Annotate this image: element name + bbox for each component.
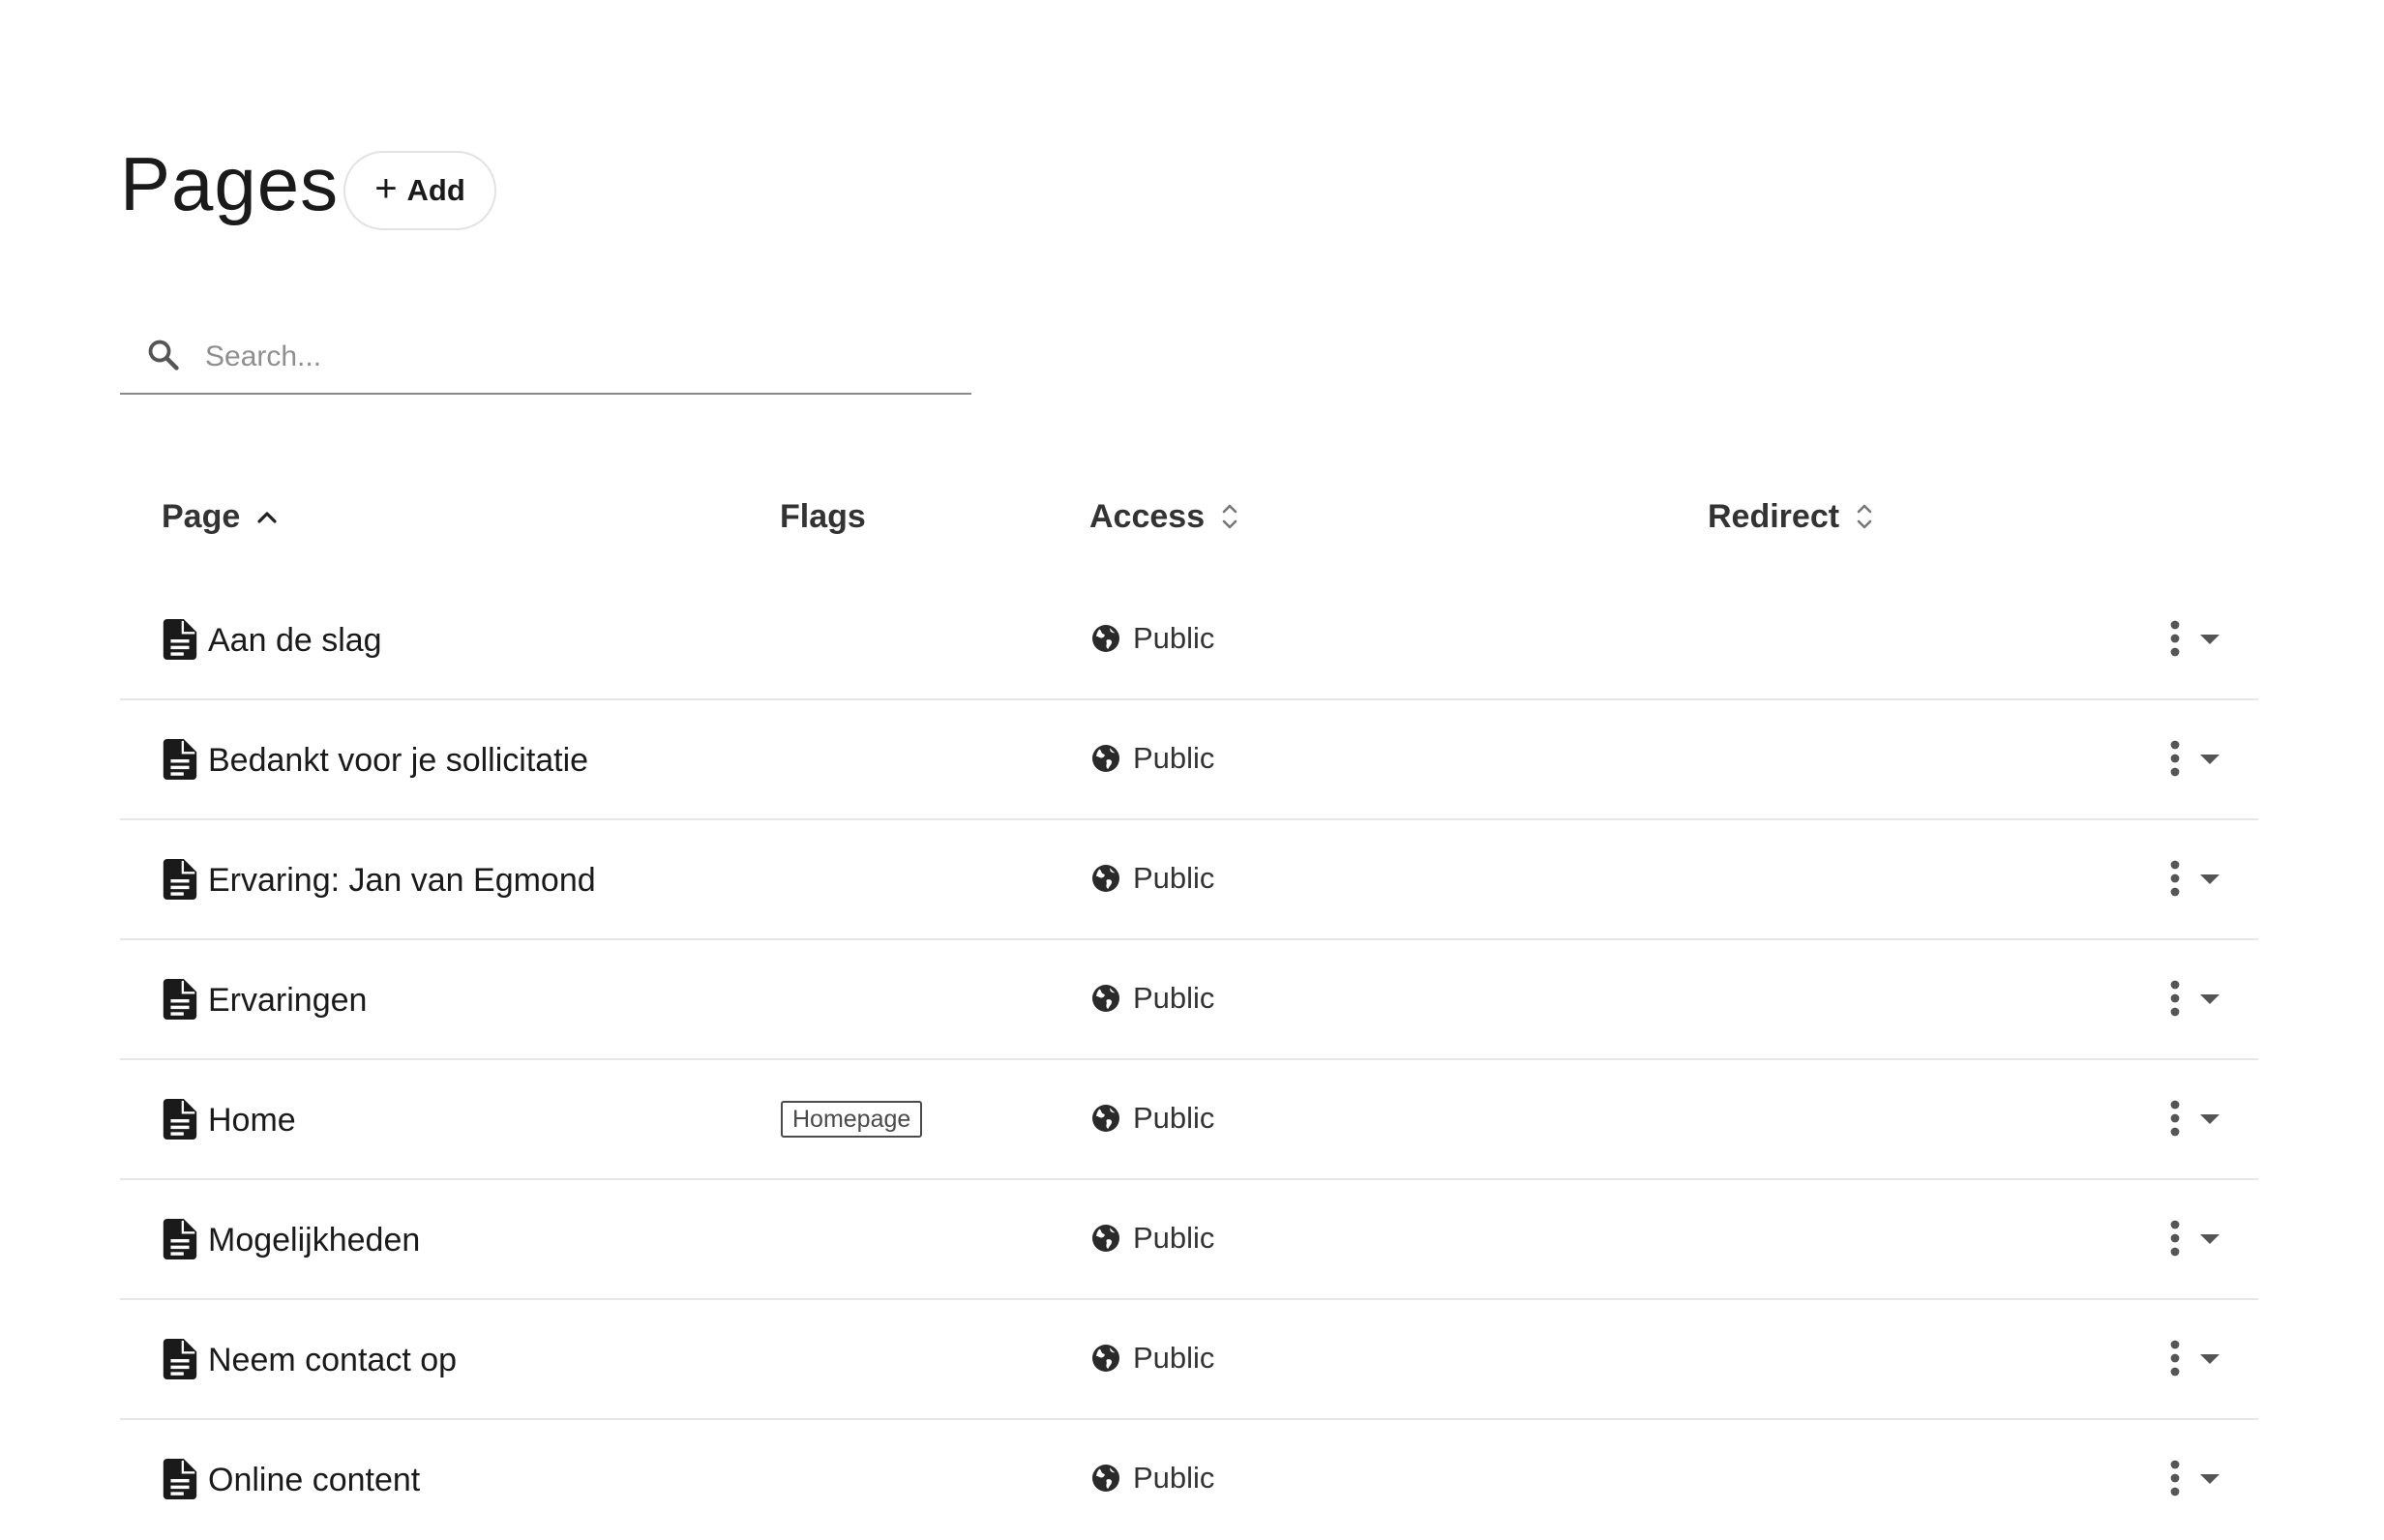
- table-row[interactable]: Bedankt voor je sollicitatie Public: [120, 700, 2258, 820]
- globe-icon: [1092, 625, 1119, 652]
- globe-icon: [1092, 985, 1119, 1012]
- more-vertical-icon[interactable]: [2161, 1337, 2189, 1379]
- page-name[interactable]: Aan de slag: [208, 619, 382, 662]
- access-label: Public: [1133, 1461, 1215, 1495]
- table-row[interactable]: Aan de slag Public: [120, 580, 2258, 700]
- column-header-redirect-label: Redirect: [1708, 497, 1840, 535]
- column-header-page-label: Page: [162, 497, 241, 535]
- globe-icon: [1092, 865, 1119, 892]
- column-header-access-label: Access: [1089, 497, 1206, 535]
- column-header-redirect[interactable]: Redirect: [1708, 488, 1874, 546]
- globe-icon: [1092, 1345, 1119, 1372]
- sort-icon: [1857, 504, 1872, 529]
- chevron-down-icon[interactable]: [2198, 989, 2221, 1008]
- table-row[interactable]: Online content Public: [120, 1420, 2258, 1540]
- chevron-down-icon[interactable]: [2198, 1348, 2221, 1368]
- table-row[interactable]: Ervaring: Jan van Egmond Public: [120, 820, 2258, 940]
- table-row[interactable]: Mogelijkheden Public: [120, 1180, 2258, 1300]
- chevron-down-icon[interactable]: [2198, 1468, 2221, 1488]
- more-vertical-icon[interactable]: [2161, 857, 2189, 900]
- column-header-flags-label: Flags: [780, 497, 866, 535]
- more-vertical-icon[interactable]: [2161, 1097, 2189, 1140]
- globe-icon: [1092, 1225, 1119, 1252]
- more-vertical-icon[interactable]: [2161, 617, 2189, 660]
- page-name[interactable]: Ervaringen: [208, 979, 367, 1022]
- chevron-up-icon: [257, 512, 277, 523]
- page-title: Pages: [120, 141, 340, 226]
- document-icon: [163, 979, 197, 1020]
- search-icon: [148, 340, 179, 370]
- document-icon: [163, 859, 197, 900]
- chevron-down-icon[interactable]: [2198, 869, 2221, 888]
- table-row[interactable]: Neem contact op Public: [120, 1300, 2258, 1420]
- pages-table: Aan de slag Public Bedankt voor je solli…: [120, 580, 2258, 1540]
- more-vertical-icon[interactable]: [2161, 737, 2189, 780]
- sort-icon: [1222, 504, 1237, 529]
- chevron-down-icon[interactable]: [2198, 1109, 2221, 1128]
- search-input[interactable]: [203, 329, 942, 385]
- access-label: Public: [1133, 1101, 1215, 1135]
- access-label: Public: [1133, 741, 1215, 775]
- document-icon: [163, 1459, 197, 1499]
- more-vertical-icon[interactable]: [2161, 1457, 2189, 1499]
- access-label: Public: [1133, 981, 1215, 1015]
- column-header-access[interactable]: Access: [1089, 488, 1239, 546]
- document-icon: [163, 1339, 197, 1379]
- access-label: Public: [1133, 1221, 1215, 1255]
- globe-icon: [1092, 745, 1119, 772]
- pages-screen: Pages + Add Page Flags Access Redirect: [0, 0, 2384, 1499]
- add-button-label: Add: [406, 173, 465, 207]
- chevron-down-icon[interactable]: [2198, 1229, 2221, 1248]
- page-name[interactable]: Neem contact op: [208, 1339, 457, 1381]
- access-label: Public: [1133, 861, 1215, 895]
- page-name[interactable]: Mogelijkheden: [208, 1219, 420, 1261]
- flag-badge: Homepage: [781, 1101, 923, 1138]
- page-name[interactable]: Bedankt voor je sollicitatie: [208, 739, 588, 782]
- chevron-down-icon[interactable]: [2198, 749, 2221, 768]
- chevron-down-icon[interactable]: [2198, 629, 2221, 648]
- page-name[interactable]: Home: [208, 1099, 296, 1141]
- document-icon: [163, 739, 197, 780]
- plus-icon: +: [374, 167, 398, 210]
- search-bar: [120, 321, 971, 395]
- globe-icon: [1092, 1465, 1119, 1492]
- access-label: Public: [1133, 621, 1215, 655]
- page-name[interactable]: Ervaring: Jan van Egmond: [208, 859, 596, 902]
- document-icon: [163, 1219, 197, 1259]
- document-icon: [163, 1099, 197, 1140]
- access-label: Public: [1133, 1341, 1215, 1375]
- add-page-button[interactable]: + Add: [343, 151, 496, 230]
- document-icon: [163, 619, 197, 660]
- globe-icon: [1092, 1105, 1119, 1132]
- more-vertical-icon[interactable]: [2161, 977, 2189, 1020]
- more-vertical-icon[interactable]: [2161, 1217, 2189, 1259]
- table-row[interactable]: Ervaringen Public: [120, 940, 2258, 1060]
- column-header-flags: Flags: [780, 488, 866, 546]
- page-name[interactable]: Online content: [208, 1459, 420, 1501]
- table-row[interactable]: Home Homepage Public: [120, 1060, 2258, 1180]
- column-header-page[interactable]: Page: [162, 488, 279, 546]
